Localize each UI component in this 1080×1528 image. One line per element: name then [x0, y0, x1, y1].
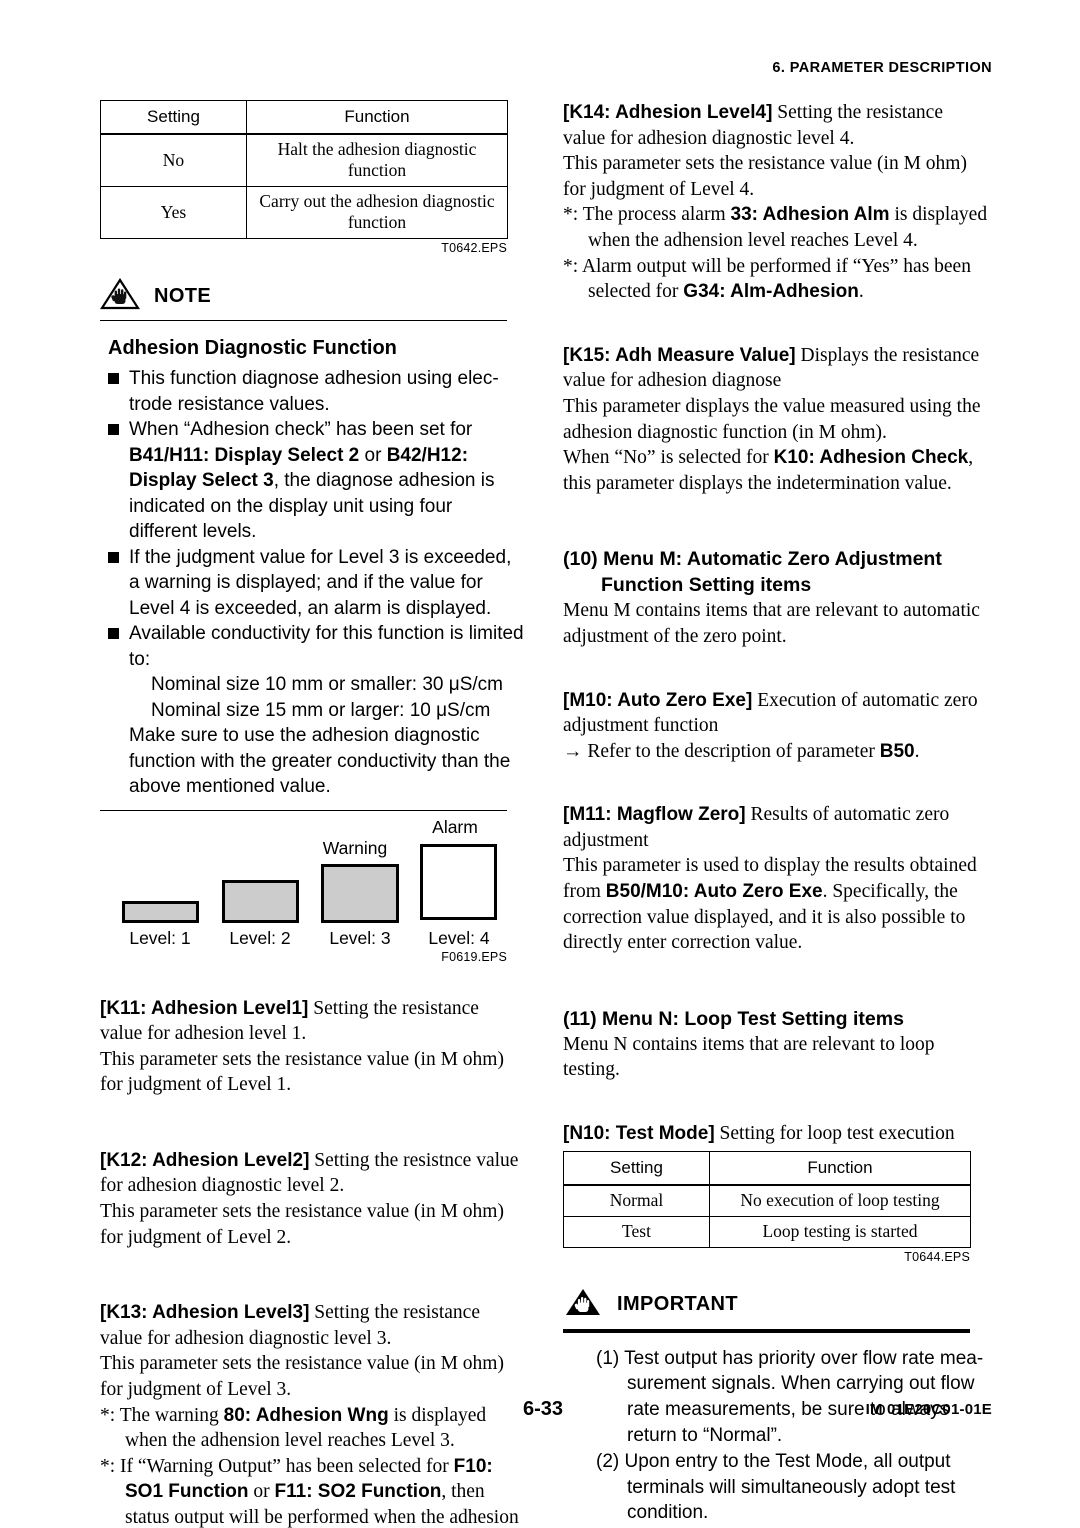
param-m10-heading: [M10: Auto Zero Exe] Execution of automa… — [563, 689, 978, 737]
param-k14-note-1: *: The process alarm 33: Adhesion Alm is… — [563, 204, 988, 251]
param-k14-note-2: *: Alarm output will be performed if “Ye… — [563, 255, 971, 303]
table-row: No Halt the adhesion diagnostic function — [100, 133, 508, 187]
cell-setting: No — [100, 133, 247, 187]
table-row: Yes Carry out the adhesion diagnostic fu… — [100, 186, 508, 239]
table-test-mode: Setting Function Normal No execution of … — [563, 1150, 971, 1248]
cell-function: Loop testing is started — [709, 1215, 971, 1248]
param-k13-heading: [K13: Adhesion Level3] Setting the resis… — [100, 1302, 480, 1349]
note-title: NOTE — [154, 284, 212, 307]
cell-setting: Yes — [100, 186, 247, 239]
left-column: Setting Function No Halt the adhesion di… — [99, 100, 525, 1528]
param-k14-body: This parameter sets the resistance value… — [563, 153, 967, 200]
param-m10-reference: → Refer to the description of parameter … — [563, 740, 920, 762]
table-row: Test Loop testing is started — [563, 1215, 971, 1248]
adhesion-level-diagram: Warning Alarm Level: 1 Level: 2 Level: 3… — [100, 817, 507, 972]
param-k12-body: This parameter sets the resistance value… — [100, 1201, 504, 1248]
figure-id-label: F0619.EPS — [441, 949, 507, 964]
note-bullet: This function diagnose adhesion using el… — [108, 366, 525, 417]
menu-n-intro: Menu N contains items that are relevant … — [563, 1033, 935, 1081]
important-callout-header: IMPORTANT — [563, 1288, 988, 1322]
cell-setting: Normal — [563, 1184, 710, 1217]
cell-setting: Test — [563, 1215, 710, 1248]
square-bullet-icon — [108, 628, 119, 639]
column-header-setting: Setting — [563, 1150, 710, 1186]
level-bar-3 — [321, 863, 399, 923]
square-bullet-icon — [108, 551, 119, 563]
param-k11-body: This parameter sets the resistance value… — [100, 1048, 504, 1096]
level-caption-1: Level: 1 — [129, 927, 191, 948]
level-top-label-warning: Warning — [322, 837, 388, 858]
note-heading: Adhesion Diagnostic Function — [108, 337, 397, 359]
column-header-function: Function — [246, 100, 508, 135]
param-k12-heading: [K12: Adhesion Level2] Setting the resis… — [100, 1149, 519, 1197]
note-bullet-text: This function diagnose adhesion using el… — [129, 368, 499, 415]
level-bar-2 — [222, 879, 299, 923]
level-bar-4 — [420, 843, 497, 920]
level-top-label-alarm: Alarm — [432, 816, 478, 837]
note-bullet-text: Available conductivity for this function… — [129, 623, 524, 670]
level-caption-2: Level: 2 — [229, 927, 291, 948]
important-triangle-hand-icon — [563, 1286, 603, 1323]
param-m11-heading: [M11: Magflow Zero] Results of automatic… — [563, 804, 950, 851]
level-bar-1 — [122, 900, 199, 923]
level-caption-4: Level: 4 — [428, 927, 490, 948]
right-column: [K14: Adhesion Level4] Setting the resis… — [563, 100, 988, 1526]
note-subline: Nominal size 15 mm or larger: 10 μS/cm — [151, 699, 491, 721]
section-heading-menu-n: (11) Menu N: Loop Test Setting items — [563, 1007, 904, 1030]
table-row: Normal No execution of loop testing — [563, 1184, 971, 1217]
square-bullet-icon — [108, 373, 119, 384]
note-bullet: If the judgment value for Level 3 is exc… — [108, 545, 525, 622]
param-k15-body: This parameter displays the value measur… — [563, 395, 981, 443]
note-bullet: Available conductivity for this function… — [108, 621, 525, 672]
figure-id-label: T0644.EPS — [904, 1249, 970, 1264]
param-k15-body-2: When “No” is selected for K10: Adhesion … — [563, 447, 974, 494]
param-k14-heading: [K14: Adhesion Level4] Setting the resis… — [563, 102, 943, 149]
note-bullet-text: If the judgment value for Level 3 is exc… — [129, 546, 512, 619]
note-bullet: When “Adhesion check” has been set for B… — [108, 417, 525, 545]
document-id: IM 01E20C01-01E — [865, 1401, 992, 1418]
table-header-row: Setting Function — [100, 100, 508, 135]
table-header-row: Setting Function — [563, 1150, 971, 1186]
square-bullet-icon — [108, 424, 119, 435]
note-callout-header: NOTE — [99, 277, 525, 315]
menu-m-intro: Menu M contains items that are relevant … — [563, 600, 980, 647]
cell-function: No execution of loop testing — [709, 1184, 971, 1217]
param-n10-heading: [N10: Test Mode] Setting for loop test e… — [563, 1123, 955, 1145]
cell-function: Halt the adhesion diagnostic function — [246, 133, 508, 187]
section-heading-menu-m: (10) Menu M: Automatic Zero Adjustment Fu… — [563, 548, 942, 597]
important-title: IMPORTANT — [617, 1293, 738, 1316]
note-subline: Nominal size 10 mm or smaller: 30 μS/cm — [151, 674, 503, 695]
param-k11-heading: [K11: Adhesion Level1] Setting the resis… — [100, 997, 479, 1045]
important-item-2: (2) Upon entry to the Test Mode, all out… — [596, 1450, 956, 1524]
manual-page: 6. PARAMETER DESCRIPTION Setting Functio… — [0, 0, 1080, 1528]
param-k13-note-1: *: The warning 80: Adhesion Wng is displ… — [100, 1404, 487, 1452]
running-header: 6. PARAMETER DESCRIPTION — [772, 60, 992, 76]
page-number: 6-33 — [523, 1398, 564, 1420]
cell-function: Carry out the adhesion diagnostic functi… — [246, 186, 508, 239]
column-header-setting: Setting — [100, 100, 247, 135]
note-bullet-text: When “Adhesion check” has been set for B… — [129, 419, 495, 542]
important-item-1: (1) Test output has priority over flow r… — [596, 1347, 984, 1447]
level-caption-3: Level: 3 — [329, 927, 391, 948]
param-k15-heading: [K15: Adh Measure Value] Displays the re… — [563, 344, 980, 392]
note-closing-text: Make sure to use the adhesion diagnostic… — [129, 725, 511, 797]
table-adhesion-check: Setting Function No Halt the adhesion di… — [100, 100, 508, 239]
param-m11-body: This parameter is used to display the re… — [563, 855, 977, 954]
param-k13-note-2: *: If “Warning Output” has been selected… — [100, 1455, 519, 1528]
column-header-function: Function — [709, 1150, 971, 1186]
note-body: Adhesion Diagnostic Function This functi… — [100, 321, 525, 800]
note-triangle-hand-icon — [99, 277, 141, 315]
figure-id-label: T0642.EPS — [441, 241, 507, 255]
param-k13-body: This parameter sets the resistance value… — [100, 1353, 504, 1401]
